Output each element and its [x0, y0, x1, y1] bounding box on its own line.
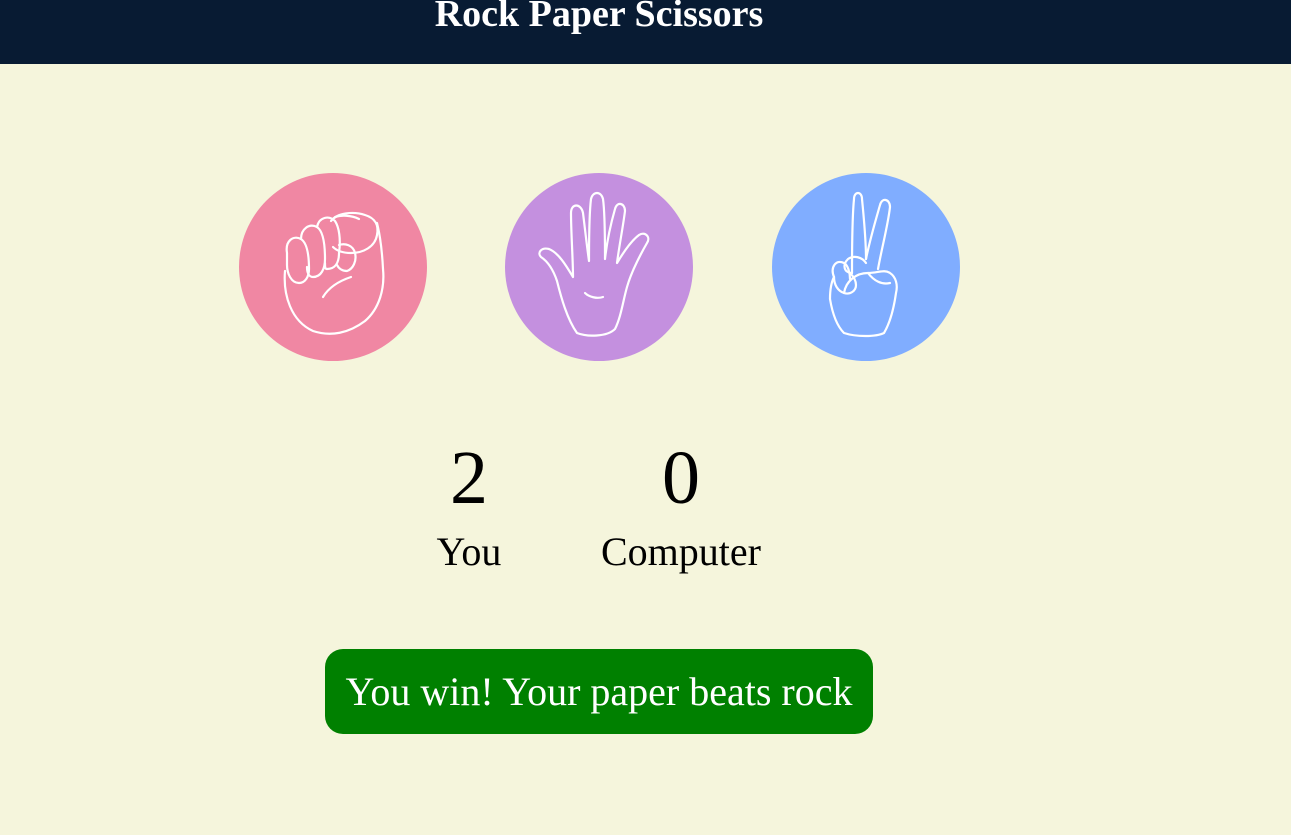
paper-button[interactable] — [505, 173, 693, 361]
page-title: Rock Paper Scissors — [434, 0, 764, 35]
computer-score-label: Computer — [601, 529, 761, 574]
player-score: 2 You — [420, 440, 518, 572]
fist-icon — [283, 211, 385, 335]
computer-score: 0 Computer — [590, 440, 772, 572]
result-message: You win! Your paper beats rock — [325, 649, 873, 734]
open-hand-icon — [538, 191, 650, 337]
player-score-value: 2 — [450, 436, 488, 520]
header-bar: Rock Paper Scissors — [0, 0, 1291, 64]
scissors-button[interactable] — [772, 173, 960, 361]
player-score-label: You — [436, 529, 502, 574]
rock-button[interactable] — [239, 173, 427, 361]
computer-score-value: 0 — [662, 436, 700, 520]
peace-hand-icon — [828, 191, 898, 338]
